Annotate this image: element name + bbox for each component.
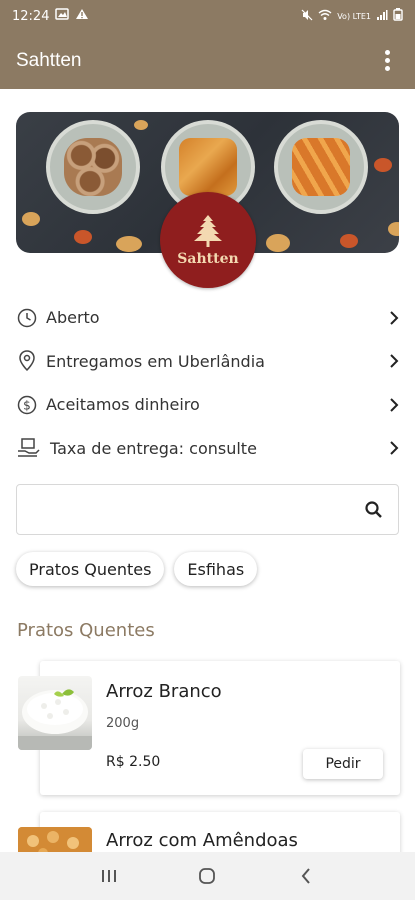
dollar-icon: $: [16, 394, 38, 416]
battery-icon: [393, 8, 403, 24]
clock-icon: [16, 307, 38, 329]
product-price: R$ 2.50: [106, 754, 161, 770]
more-vert-icon[interactable]: [375, 46, 399, 76]
chip-pratos-quentes[interactable]: Pratos Quentes: [16, 552, 165, 586]
system-nav-bar: [0, 852, 415, 900]
location-pin-icon: [16, 350, 38, 372]
product-description: 200g: [106, 716, 140, 731]
app-title: Sahtten: [16, 49, 82, 71]
svg-text:$: $: [23, 398, 31, 412]
info-row-hours[interactable]: Aberto: [16, 296, 402, 340]
category-chips: Pratos Quentes Esfihas: [16, 552, 258, 586]
recent-apps-icon[interactable]: [89, 856, 129, 896]
app-bar: Sahtten: [0, 32, 415, 89]
gallery-icon: [55, 8, 70, 24]
info-label: Taxa de entrega: consulte: [50, 438, 257, 458]
search-box: [16, 484, 399, 535]
store-info-list: Aberto Entregamos em Uberlândia $ Aceita…: [16, 296, 402, 470]
plate-rolls: [46, 120, 140, 214]
search-icon[interactable]: [364, 500, 384, 520]
signal-text: Vo) LTE1: [337, 11, 371, 21]
order-button[interactable]: Pedir: [303, 749, 383, 779]
status-right: Vo) LTE1: [301, 8, 403, 24]
info-row-payment[interactable]: $ Aceitamos dinheiro: [16, 383, 402, 427]
delivery-hand-icon: [16, 437, 42, 459]
brand-logo: Sahtten: [160, 192, 256, 288]
warning-icon: [75, 8, 89, 24]
info-label: Aceitamos dinheiro: [46, 395, 200, 415]
chevron-right-icon: [386, 397, 402, 413]
chip-esfihas[interactable]: Esfihas: [174, 552, 258, 586]
section-title: Pratos Quentes: [17, 620, 155, 641]
chevron-right-icon: [386, 353, 402, 369]
product-name: Arroz com Amêndoas: [106, 830, 298, 851]
wifi-icon: [318, 9, 332, 24]
product-card[interactable]: Arroz Branco 200g R$ 2.50 Pedir: [40, 661, 400, 795]
plate-baklava: [274, 120, 368, 214]
logo-text: Sahtten: [177, 251, 239, 267]
info-label: Aberto: [46, 308, 100, 328]
home-icon[interactable]: [187, 856, 227, 896]
chevron-right-icon: [386, 440, 402, 456]
chevron-right-icon: [386, 310, 402, 326]
product-name: Arroz Branco: [106, 681, 222, 702]
back-icon[interactable]: [286, 856, 326, 896]
cedar-tree-icon: [194, 215, 222, 247]
info-label: Entregamos em Uberlândia: [46, 351, 265, 371]
search-input[interactable]: [27, 497, 347, 523]
info-row-delivery-fee[interactable]: Taxa de entrega: consulte: [16, 427, 402, 471]
info-row-delivery-area[interactable]: Entregamos em Uberlândia: [16, 340, 402, 384]
product-thumbnail: [18, 676, 92, 750]
signal-icon: [376, 9, 388, 24]
mute-icon: [301, 9, 313, 24]
status-left: 12:24: [12, 8, 89, 24]
status-bar: 12:24 Vo) LTE1: [0, 0, 415, 32]
status-time: 12:24: [12, 8, 50, 24]
